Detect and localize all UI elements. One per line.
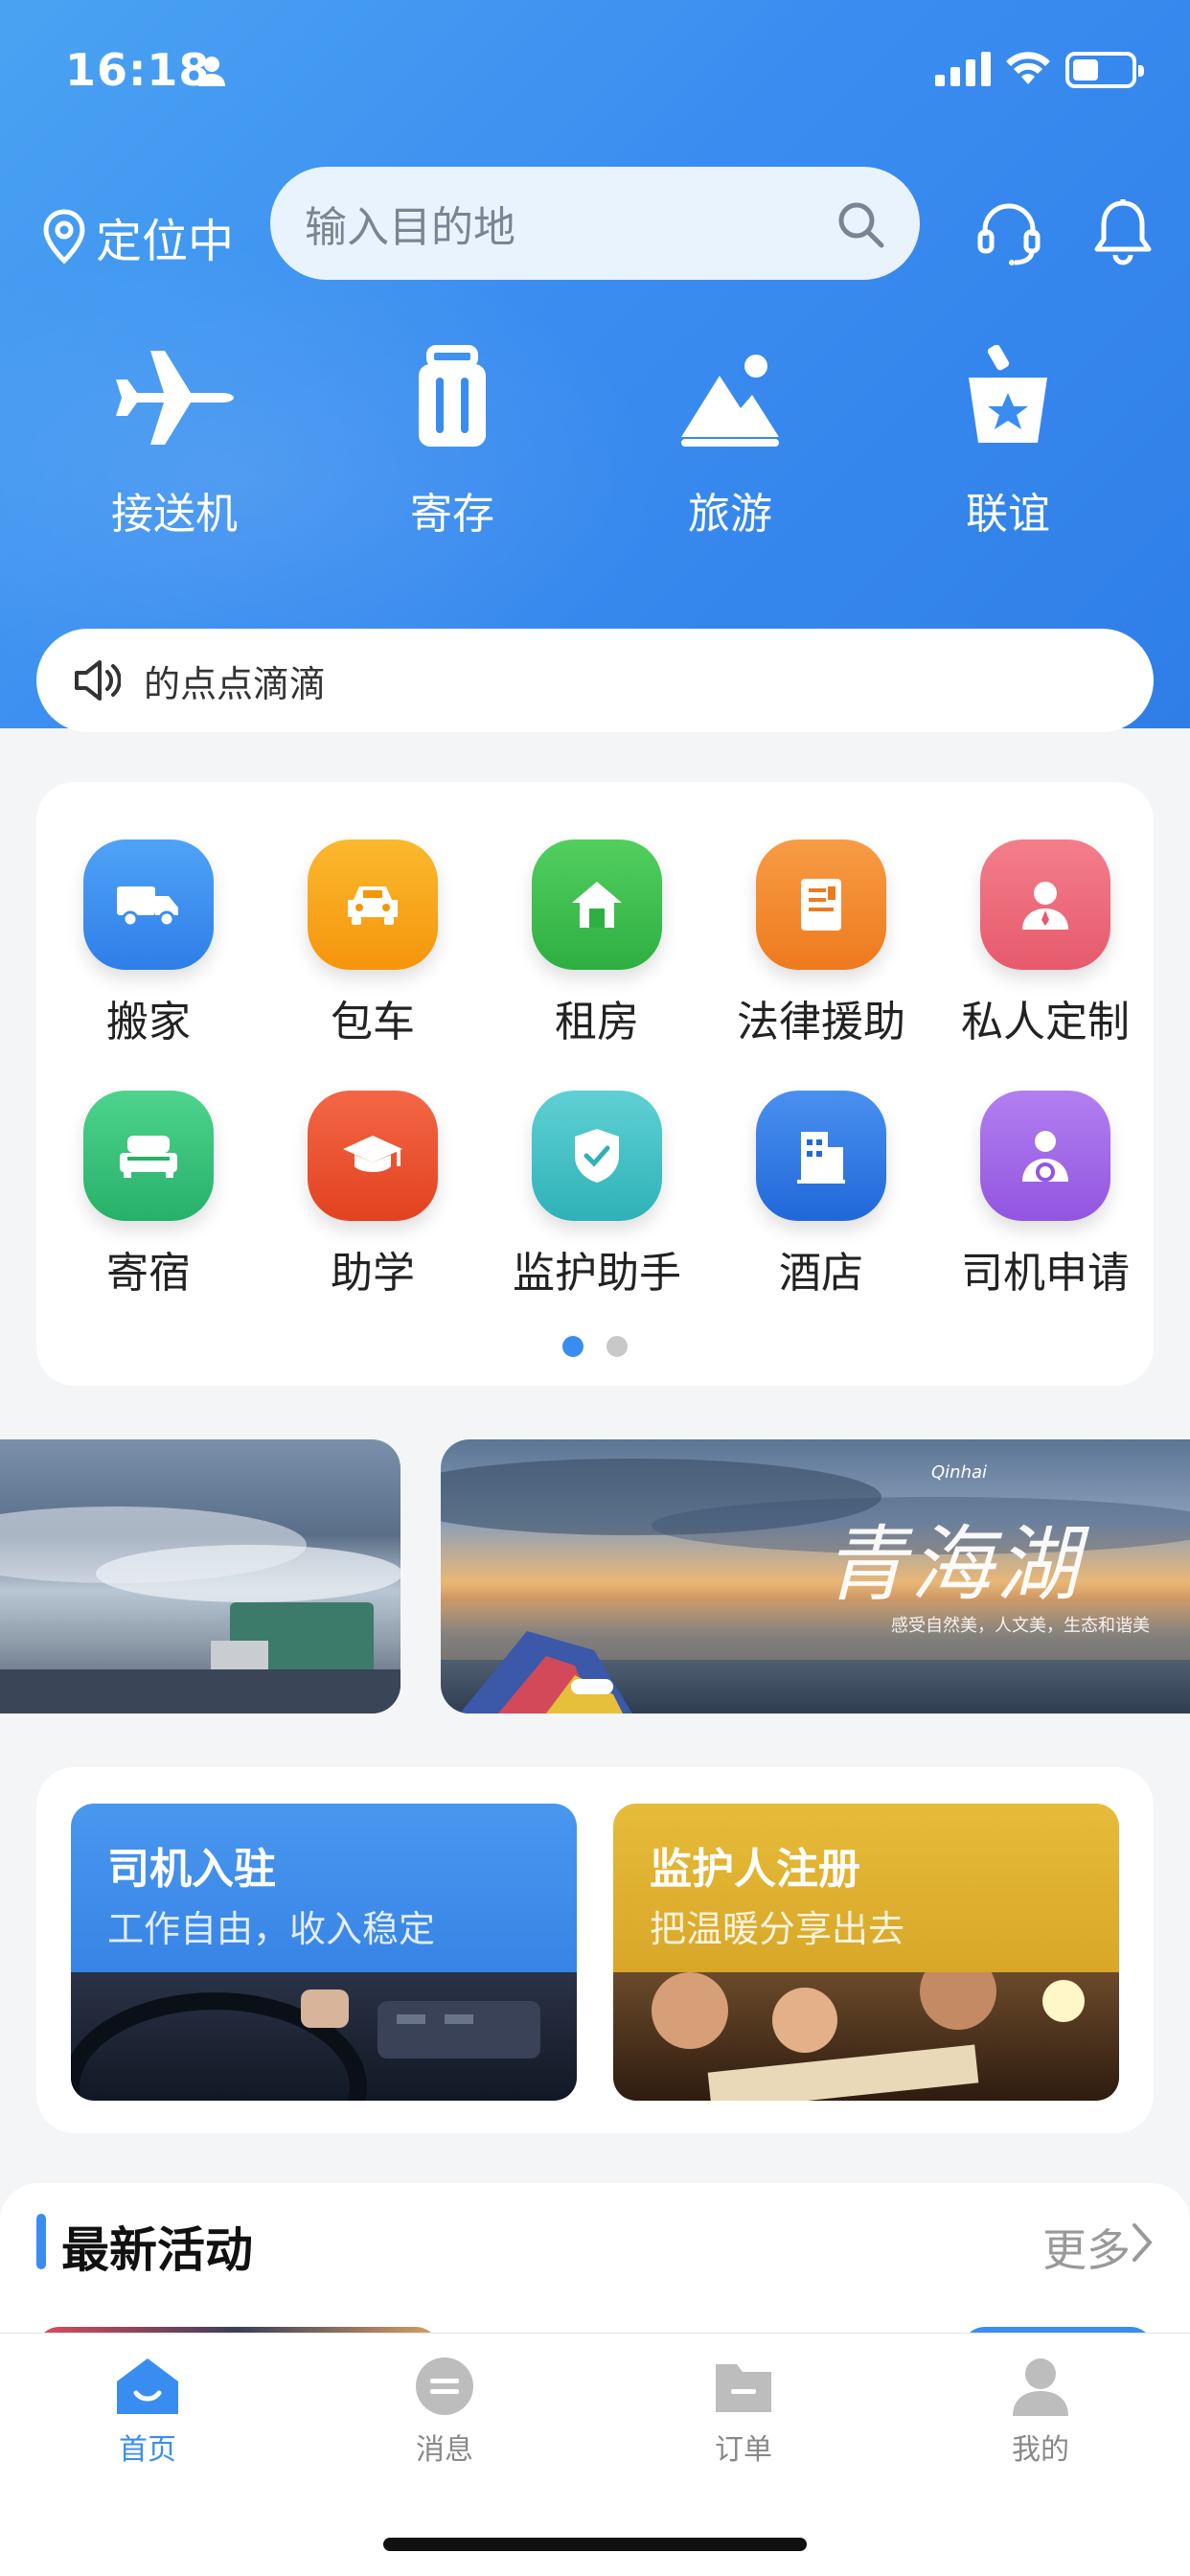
search-icon[interactable] xyxy=(835,199,885,249)
tab-label: 订单 xyxy=(715,2433,772,2467)
service-grid: 搬家 包车 租房 法律援助 私人定制 寄宿 助学 监护助手 酒店 司机申请 xyxy=(36,782,1154,1386)
service-label: 监护助手 xyxy=(513,1249,681,1298)
service-legal-aid[interactable]: 法律援助 xyxy=(709,840,933,1048)
status-bar: 16:18 xyxy=(0,0,1190,144)
building-icon xyxy=(756,1091,886,1221)
document-icon xyxy=(756,840,886,970)
banner-calligraphy: 青海湖 xyxy=(824,1517,1083,1613)
home-icon xyxy=(117,2358,178,2414)
banner-brand: Qinhai xyxy=(931,1462,988,1483)
party-icon xyxy=(969,345,1047,443)
service-label: 司机申请 xyxy=(961,1249,1130,1298)
folder-icon xyxy=(716,2364,771,2412)
notice-text: 的点点滴滴 xyxy=(144,662,327,705)
card-title: 监护人注册 xyxy=(650,1845,860,1894)
battery-icon xyxy=(1065,52,1144,88)
service-private-custom[interactable]: 私人定制 xyxy=(933,840,1157,1048)
tab-label: 首页 xyxy=(119,2433,176,2467)
airplane-icon xyxy=(116,351,234,445)
shield-check-icon xyxy=(532,1091,662,1221)
service-label: 寄宿 xyxy=(106,1249,191,1298)
service-rental[interactable]: 租房 xyxy=(485,840,709,1048)
car-interior-image xyxy=(71,1972,577,2101)
truck-icon xyxy=(83,840,214,970)
quick-action-label: 接送机 xyxy=(111,490,238,539)
page-dot[interactable] xyxy=(606,1336,628,1357)
message-icon xyxy=(416,2358,473,2415)
cellular-signal-icon xyxy=(935,52,991,86)
tab-home[interactable]: 首页 xyxy=(52,2355,243,2468)
profile-icon xyxy=(1013,2358,1068,2416)
banner-image xyxy=(0,1506,400,1714)
tab-orders[interactable]: 订单 xyxy=(648,2355,839,2468)
location-label: 定位中 xyxy=(96,215,235,268)
service-driver-application[interactable]: 司机申请 xyxy=(933,1091,1157,1300)
speaker-icon xyxy=(75,660,121,701)
service-label: 助学 xyxy=(331,1249,415,1298)
location-pin-icon xyxy=(43,209,85,264)
quick-action-label: 旅游 xyxy=(688,490,772,539)
service-hotel[interactable]: 酒店 xyxy=(709,1091,933,1300)
card-title: 司机入驻 xyxy=(107,1845,276,1894)
section-accent-bar xyxy=(36,2214,46,2269)
mountain-icon xyxy=(681,355,779,447)
search-input[interactable]: 输入目的地 xyxy=(270,167,920,280)
service-label: 包车 xyxy=(331,998,415,1046)
page-dot-active[interactable] xyxy=(562,1336,584,1357)
tab-label: 我的 xyxy=(1012,2433,1069,2467)
banner-qinghai-lake[interactable]: Qinhai 青海湖 感受自然美，人文美，生态和谐美 xyxy=(441,1439,1190,1714)
driver-icon xyxy=(980,1091,1110,1221)
banner-indicator xyxy=(571,1679,613,1694)
wifi-icon xyxy=(1006,52,1050,84)
tab-messages[interactable]: 消息 xyxy=(349,2355,540,2468)
service-label: 酒店 xyxy=(779,1249,863,1298)
service-label: 搬家 xyxy=(106,998,191,1046)
house-icon xyxy=(532,840,662,970)
service-label: 租房 xyxy=(555,998,639,1046)
section-title: 最新活动 xyxy=(61,2222,253,2278)
promo-cards: 司机入驻 工作自由，收入稳定 监护人注册 把温暖分享出去 xyxy=(36,1767,1154,2133)
quick-action-party[interactable]: 联谊 xyxy=(912,345,1104,540)
quick-action-airport[interactable]: 接送机 xyxy=(79,345,270,540)
graduation-cap-icon xyxy=(308,1091,438,1221)
quick-actions: 接送机 寄存 旅游 联谊 xyxy=(0,345,1190,575)
status-time: 16:18 xyxy=(65,44,211,96)
service-charter[interactable]: 包车 xyxy=(261,840,485,1048)
service-label: 法律援助 xyxy=(737,998,905,1046)
tab-label: 消息 xyxy=(416,2433,473,2467)
tab-profile[interactable]: 我的 xyxy=(945,2355,1136,2468)
service-boarding[interactable]: 寄宿 xyxy=(36,1091,261,1300)
banner-previous[interactable] xyxy=(0,1439,400,1714)
quick-action-label: 寄存 xyxy=(410,490,494,539)
person-status-icon xyxy=(198,57,225,86)
guardian-register-card[interactable]: 监护人注册 把温暖分享出去 xyxy=(613,1804,1119,2101)
service-guardian-assistant[interactable]: 监护助手 xyxy=(485,1091,709,1300)
banner-caption: 感受自然美，人文美，生态和谐美 xyxy=(891,1616,1150,1636)
more-link[interactable]: 更多 xyxy=(1042,2216,1131,2279)
page-indicator xyxy=(36,1336,1154,1361)
customer-service-icon[interactable] xyxy=(975,199,1042,266)
bed-icon xyxy=(83,1091,214,1221)
chevron-right-icon[interactable] xyxy=(1131,2221,1154,2264)
driver-join-card[interactable]: 司机入驻 工作自由，收入稳定 xyxy=(71,1804,577,2101)
car-icon xyxy=(308,840,438,970)
notice-bar[interactable]: 的点点滴滴 xyxy=(36,629,1154,732)
card-subtitle: 工作自由，收入稳定 xyxy=(107,1908,436,1950)
service-moving[interactable]: 搬家 xyxy=(36,840,261,1048)
card-subtitle: 把温暖分享出去 xyxy=(650,1908,905,1950)
service-label: 私人定制 xyxy=(961,998,1130,1046)
home-indicator[interactable] xyxy=(383,2538,807,2551)
family-image xyxy=(613,1953,1119,2101)
search-placeholder: 输入目的地 xyxy=(305,203,515,252)
service-study-aid[interactable]: 助学 xyxy=(261,1091,485,1300)
quick-action-travel[interactable]: 旅游 xyxy=(634,345,826,540)
luggage-icon xyxy=(419,345,486,447)
quick-action-storage[interactable]: 寄存 xyxy=(356,345,548,540)
bell-icon[interactable] xyxy=(1092,197,1154,266)
person-icon xyxy=(980,840,1110,970)
location-selector[interactable]: 定位中 xyxy=(42,203,234,270)
quick-action-label: 联谊 xyxy=(966,490,1050,539)
